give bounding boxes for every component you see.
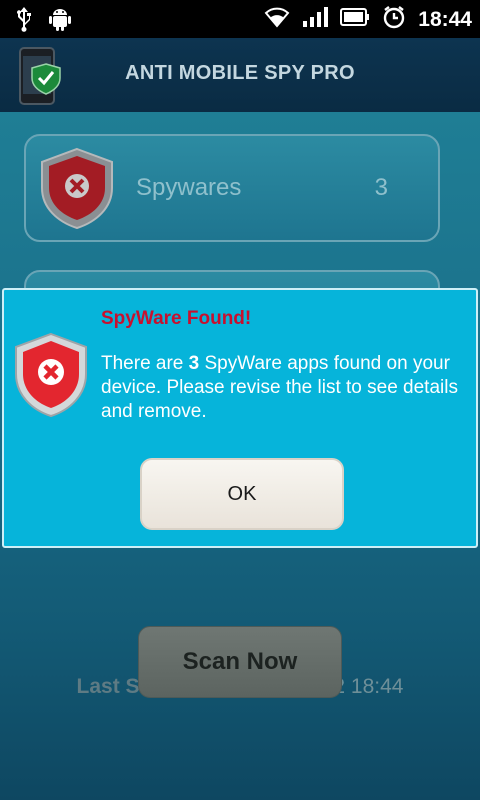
spyware-found-dialog: SpyWare Found! There are 3 SpyWare apps … — [2, 288, 478, 548]
dialog-title: SpyWare Found! — [101, 308, 252, 329]
app-header: ANTI MOBILE SPY PRO — [0, 38, 480, 112]
spyware-shield-icon — [38, 146, 116, 235]
warning-shield-icon — [14, 332, 88, 423]
spyware-card-label: Spywares — [136, 174, 242, 201]
ok-button[interactable]: OK — [140, 458, 344, 530]
dialog-message-count: 3 — [188, 353, 200, 374]
spyware-card[interactable]: Spywares 3 — [24, 134, 440, 242]
status-bar: 18:44 — [0, 0, 480, 38]
dialog-message-prefix: There are — [101, 353, 189, 374]
wifi-icon — [264, 6, 290, 33]
app-title: ANTI MOBILE SPY PRO — [125, 62, 355, 84]
scan-now-button[interactable]: Scan Now — [138, 626, 342, 698]
android-debug-icon — [48, 6, 72, 37]
dialog-message: There are 3 SpyWare apps found on your d… — [101, 352, 471, 424]
status-time: 18:44 — [418, 7, 472, 31]
signal-icon — [302, 6, 329, 33]
battery-icon — [340, 7, 370, 32]
alarm-clock-icon — [382, 5, 406, 34]
usb-icon — [14, 6, 34, 37]
spyware-card-count: 3 — [374, 174, 388, 201]
